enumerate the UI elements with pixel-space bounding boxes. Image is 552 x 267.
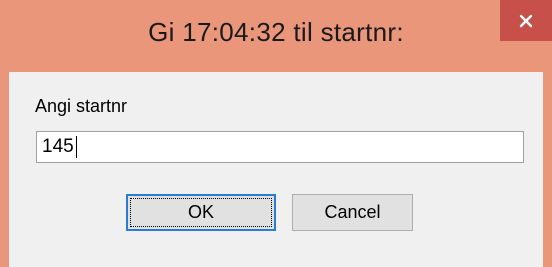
text-caret xyxy=(76,136,77,158)
ok-button[interactable]: OK xyxy=(126,194,276,231)
title-bar[interactable]: Gi 17:04:32 til startnr: xyxy=(0,0,552,72)
dialog-body: Angi startnr OK Cancel xyxy=(9,72,543,267)
dialog-title: Gi 17:04:32 til startnr: xyxy=(148,17,404,47)
dialog-window: Gi 17:04:32 til startnr: Angi startnr OK… xyxy=(0,0,552,267)
startnr-input[interactable] xyxy=(36,131,524,163)
close-button[interactable] xyxy=(500,0,552,41)
cancel-button[interactable]: Cancel xyxy=(292,194,413,231)
close-icon xyxy=(519,14,533,27)
startnr-label: Angi startnr xyxy=(35,96,128,116)
